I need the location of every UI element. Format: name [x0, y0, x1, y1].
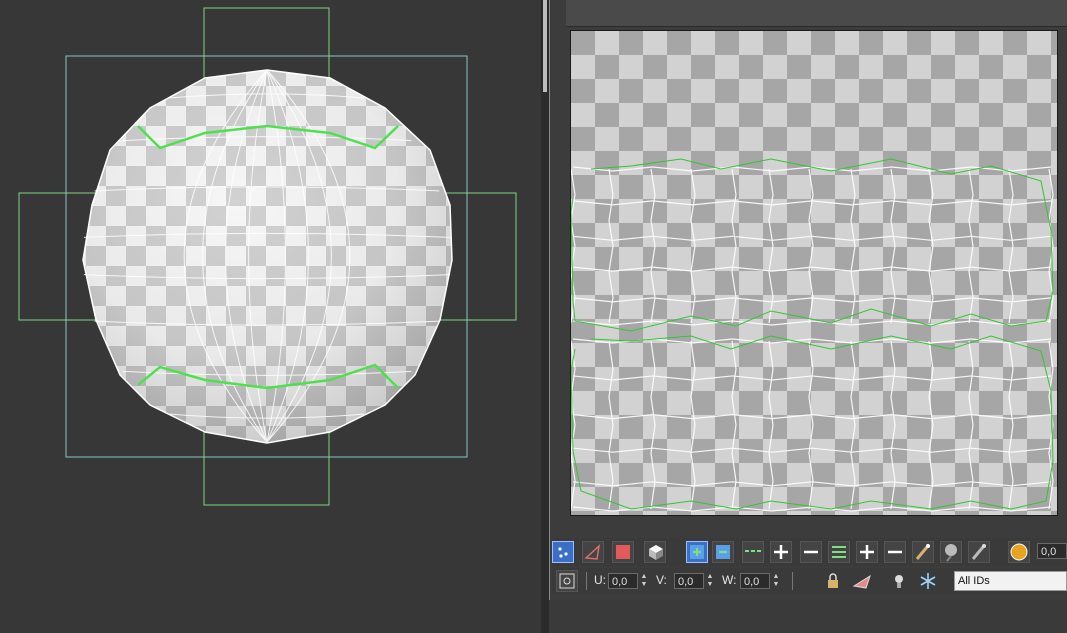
uv-edge-vertical [890, 340, 896, 510]
v-spinner[interactable]: ▲ ▼ [706, 573, 714, 589]
uv-edge-vertical [768, 168, 774, 324]
absolute-offset-icon[interactable] [556, 570, 578, 592]
shrink-selection-icon[interactable] [712, 541, 734, 563]
uv-islands [571, 158, 1054, 512]
uv-edge-vertical [731, 168, 737, 324]
uv-edge-vertical [690, 168, 696, 324]
uv-edge-vertical [968, 340, 974, 510]
uv-edge-vertical [928, 340, 934, 510]
uv-canvas[interactable] [570, 30, 1058, 516]
3d-viewport[interactable] [0, 0, 541, 633]
material-id-dropdown[interactable]: All IDs [954, 571, 1067, 591]
paint-select-icon[interactable] [912, 541, 934, 563]
status-strip [549, 600, 1067, 633]
w-spinner[interactable]: ▲ ▼ [772, 573, 780, 589]
uv-editor-window [549, 0, 1067, 602]
loop-grow-icon[interactable] [770, 541, 792, 563]
u-field[interactable]: 0,0 [608, 573, 638, 589]
uv-edge-vertical [731, 340, 737, 510]
v-field[interactable]: 0,0 [674, 573, 704, 589]
filter-selected-faces-icon[interactable] [850, 570, 876, 592]
ring-shrink-icon[interactable] [884, 541, 906, 563]
uv-edge-vertical [890, 168, 896, 324]
u-label: U: [594, 573, 606, 587]
soft-selection-icon[interactable] [1008, 541, 1030, 563]
uv-edge-vertical [968, 168, 974, 324]
w-field[interactable]: 0,0 [740, 573, 770, 589]
uv-edge-vertical [608, 168, 614, 324]
uv-editor-menubar [566, 0, 1067, 27]
element-select-icon[interactable] [644, 541, 666, 563]
uv-edge-vertical [608, 340, 614, 510]
w-label: W: [722, 573, 737, 587]
face-select-icon[interactable] [612, 541, 634, 563]
uv-edge-vertical [650, 340, 656, 510]
uv-edge-vertical [1008, 168, 1014, 324]
uv-edge-vertical [850, 168, 856, 324]
separator [586, 572, 587, 590]
uv-toolbar-coordinates: U: 0,0 ▲ ▼ V: 0,0 ▲ ▼ W: 0,0 ▲ ▼ All IDs [552, 568, 1067, 594]
move-vertex-icon[interactable] [552, 541, 574, 563]
uv-edge-horizontal [572, 447, 1052, 453]
uv-edge-vertical [690, 340, 696, 510]
uv-toolbar-selection: 0,0 [552, 538, 1067, 566]
uv-edge-vertical [808, 168, 814, 324]
freeze-icon[interactable] [916, 570, 940, 592]
uv-edge-vertical [808, 340, 814, 510]
loop-shrink-icon[interactable] [800, 541, 822, 563]
viewport-scene [18, 7, 517, 506]
uv-edge-vertical [850, 340, 856, 510]
uv-edge-vertical [650, 168, 656, 324]
separator [792, 572, 793, 590]
ring-icon[interactable] [828, 541, 850, 563]
uv-edge-vertical [928, 168, 934, 324]
loop-icon[interactable] [742, 541, 764, 563]
u-spinner[interactable]: ▲ ▼ [640, 573, 648, 589]
soft-selection-falloff-field[interactable]: 0,0 [1037, 543, 1067, 559]
lock-icon[interactable] [822, 570, 844, 592]
separator-grip[interactable] [543, 0, 547, 92]
uv-edge-vertical [1008, 340, 1014, 510]
uv-edge-vertical [768, 340, 774, 510]
grow-selection-icon[interactable] [686, 541, 708, 563]
uv-edge-horizontal [572, 320, 1052, 326]
paint-shrink-icon[interactable] [968, 541, 990, 563]
uv-edge-horizontal [572, 266, 1052, 272]
sphere-mesh [83, 70, 452, 443]
v-label: V: [656, 573, 667, 587]
show-map-icon[interactable] [888, 570, 910, 592]
panel-separator[interactable] [541, 0, 549, 633]
edge-select-icon[interactable] [582, 541, 604, 563]
ring-grow-icon[interactable] [856, 541, 878, 563]
paint-grow-icon[interactable] [940, 541, 962, 563]
